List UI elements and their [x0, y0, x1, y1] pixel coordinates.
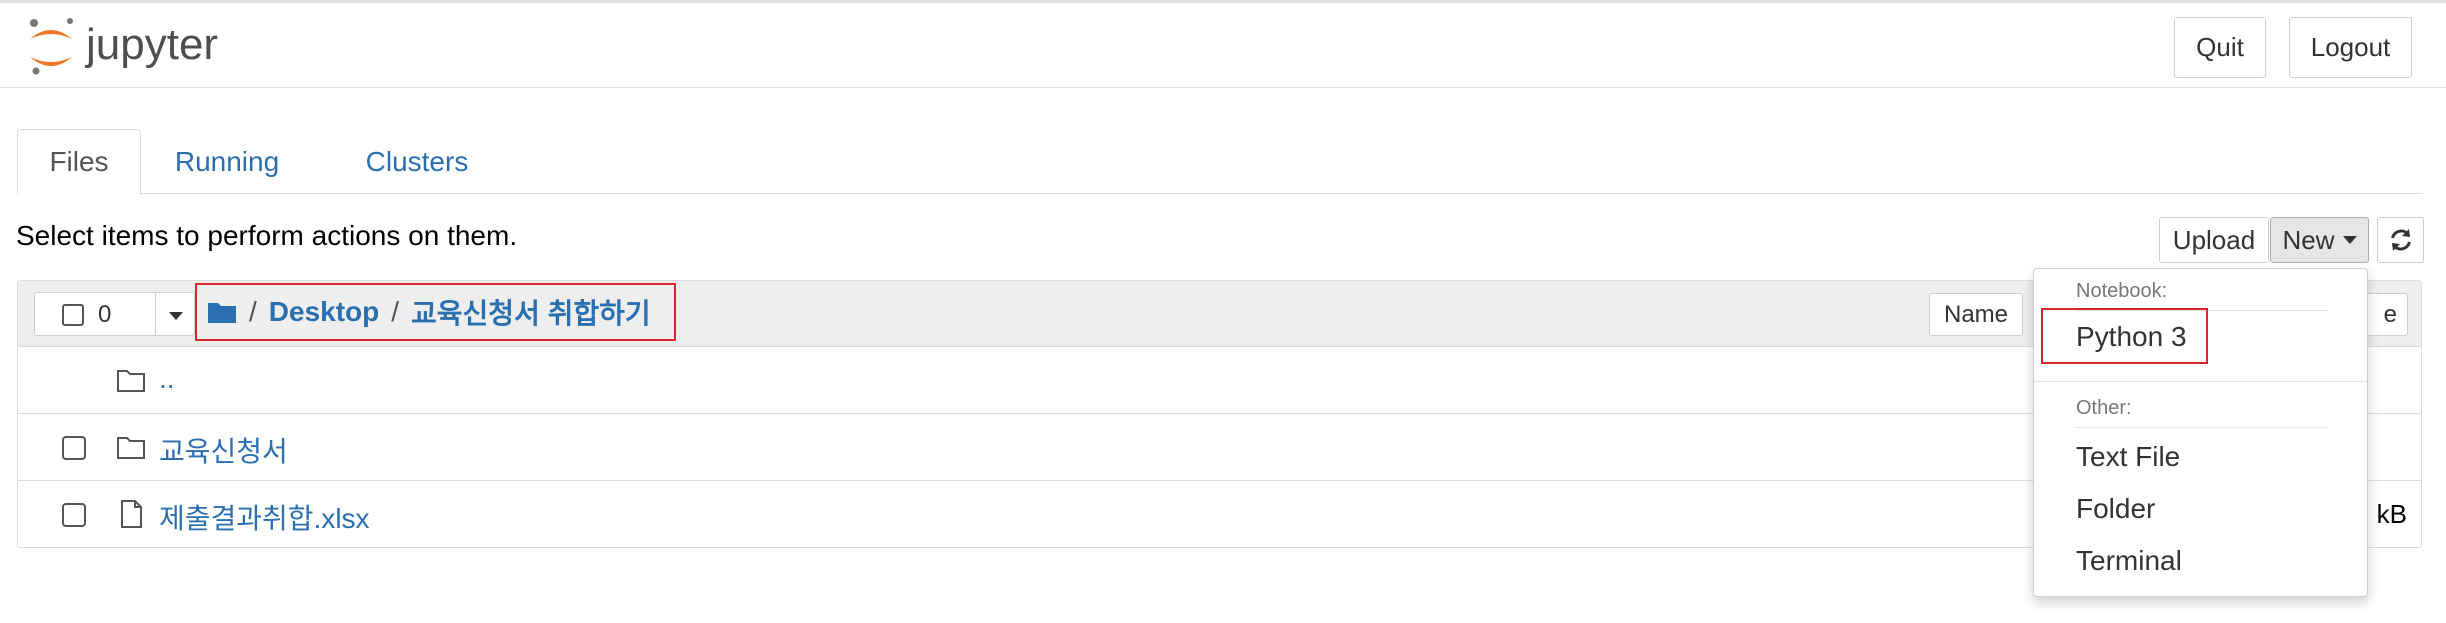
file-size: kB [2376, 499, 2407, 529]
notebook-section-header: Notebook: [2076, 280, 2168, 302]
file-icon [121, 500, 142, 528]
breadcrumb-desktop[interactable]: Desktop [269, 296, 379, 328]
folder-icon [117, 437, 145, 459]
breadcrumb-separator: / [391, 296, 400, 327]
menu-item-text-file[interactable]: Text File [2076, 441, 2180, 473]
item-name[interactable]: .. [159, 363, 175, 395]
refresh-icon [2390, 229, 2411, 251]
breadcrumb: / Desktop / 교육신청서 취합하기 [195, 283, 676, 341]
chevron-down-icon [2342, 236, 2357, 244]
tab-running[interactable]: Running [157, 129, 297, 195]
header-bar: jupyter Quit Logout [0, 3, 2446, 88]
tab-bar: Files Running Clusters [17, 129, 2422, 195]
jupyter-logo-icon: jupyter [30, 18, 218, 75]
chevron-down-icon[interactable] [169, 312, 183, 320]
logo-text: jupyter [84, 20, 218, 69]
select-all-control[interactable]: 0 [34, 292, 195, 336]
other-section-header: Other: [2076, 397, 2132, 419]
menu-item-python3[interactable]: Python 3 [2076, 321, 2187, 353]
divider [155, 293, 156, 335]
select-all-checkbox[interactable] [62, 304, 84, 326]
item-name[interactable]: 제출결과취합.xlsx [159, 497, 370, 537]
new-button[interactable]: New [2270, 217, 2369, 263]
quit-button[interactable]: Quit [2174, 17, 2266, 78]
menu-item-folder[interactable]: Folder [2076, 493, 2155, 525]
logout-button[interactable]: Logout [2289, 17, 2412, 78]
breadcrumb-separator: / [249, 296, 257, 327]
item-name[interactable]: 교육신청서 [159, 430, 288, 470]
refresh-button[interactable] [2377, 217, 2424, 263]
sort-by-name-button[interactable]: Name [1929, 293, 2023, 336]
selected-count: 0 [98, 301, 112, 328]
folder-icon[interactable] [207, 300, 237, 324]
item-checkbox[interactable] [62, 436, 86, 460]
new-dropdown-menu: Notebook: Python 3 Other: Text File Fold… [2033, 268, 2368, 597]
tab-clusters[interactable]: Clusters [337, 129, 497, 195]
item-checkbox[interactable] [62, 503, 86, 527]
upload-button[interactable]: Upload [2159, 217, 2269, 263]
divider [2034, 381, 2367, 382]
folder-icon [117, 370, 145, 392]
new-button-label: New [2282, 224, 2335, 255]
menu-item-terminal[interactable]: Terminal [2076, 545, 2182, 577]
breadcrumb-current-folder[interactable]: 교육신청서 취합하기 [411, 292, 651, 332]
tab-files[interactable]: Files [17, 129, 141, 195]
jupyter-logo[interactable]: jupyter [24, 13, 264, 79]
instructions-text: Select items to perform actions on them. [16, 220, 518, 251]
divider [2076, 427, 2328, 428]
